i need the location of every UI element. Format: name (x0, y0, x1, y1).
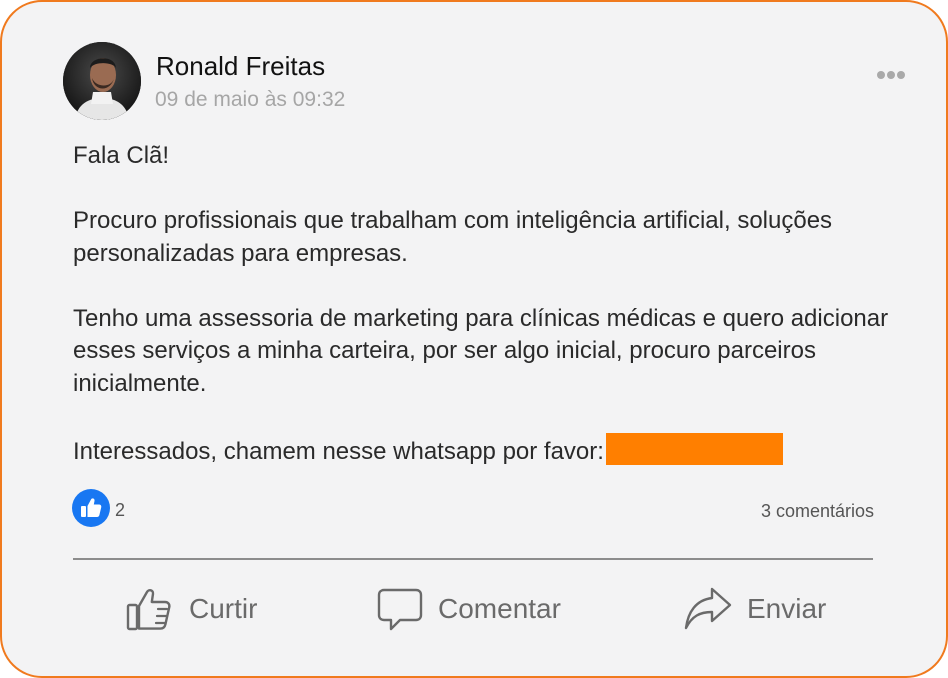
post-paragraph-text: Interessados, chamem nesse whatsapp por … (73, 437, 604, 465)
thumbs-up-outline-icon (126, 588, 171, 631)
post-card: Ronald Freitas 09 de maio às 09:32 Fala … (0, 0, 948, 678)
speech-bubble-icon (377, 588, 423, 631)
post-paragraph: Fala Clã! (73, 142, 170, 169)
thumbs-up-badge-icon (72, 489, 110, 527)
post-paragraph-contact: Interessados, chamem nesse whatsapp por … (73, 432, 913, 469)
post-paragraph: Tenho uma assessoria de marketing para c… (73, 304, 889, 397)
avatar-image (63, 42, 141, 120)
avatar[interactable] (63, 42, 141, 120)
like-reaction-badge[interactable] (72, 489, 110, 527)
author-name[interactable]: Ronald Freitas (156, 51, 325, 82)
share-button[interactable]: Enviar (683, 582, 826, 636)
share-button-label: Enviar (747, 593, 827, 624)
post-timestamp[interactable]: 09 de maio às 09:32 (155, 88, 345, 112)
like-button-label: Curtir (189, 593, 258, 624)
comment-button[interactable]: Comentar (376, 582, 561, 636)
comment-button-label: Comentar (438, 593, 561, 624)
more-options-button[interactable] (872, 64, 910, 86)
comments-count-link[interactable]: 3 comentários (761, 501, 874, 522)
redacted-phone-number (605, 432, 783, 465)
post-paragraph: Procuro profissionais que trabalham com … (73, 207, 833, 267)
post-body: Fala Clã! Procuro profissionais que trab… (73, 140, 913, 468)
like-count[interactable]: 2 (115, 500, 125, 521)
share-arrow-icon (684, 587, 732, 630)
more-horizontal-icon (877, 71, 905, 79)
divider (73, 558, 873, 560)
like-button[interactable]: Curtir (125, 582, 257, 636)
